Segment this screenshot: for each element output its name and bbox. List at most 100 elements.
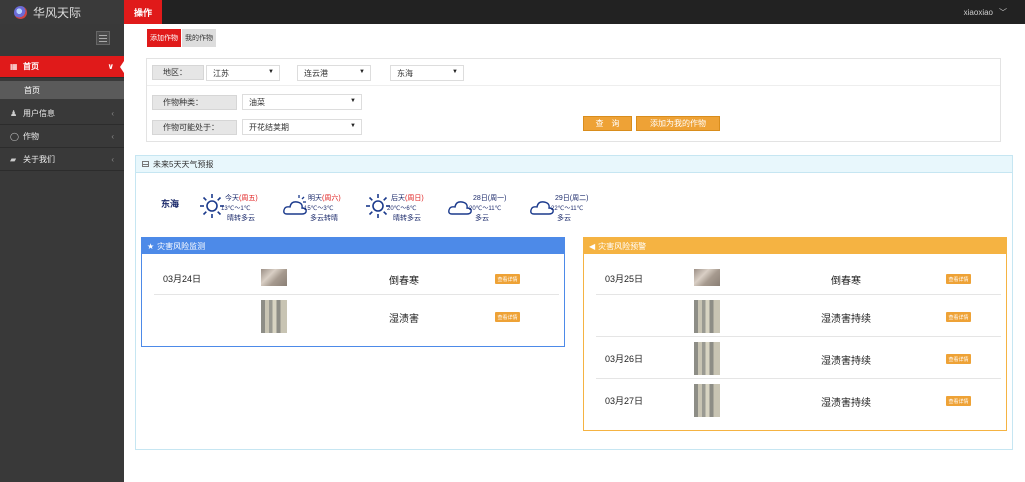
crop-type-label: 作物种类： xyxy=(152,95,237,110)
thumbnail-image[interactable] xyxy=(261,300,287,333)
forecast-day: 今天(周五) 13℃～1℃ 晴转多云 xyxy=(199,191,289,225)
risk-date: 03月27日 xyxy=(605,396,644,406)
chevron-left-icon: ‹ xyxy=(111,109,114,118)
county-value: 东海 xyxy=(397,68,413,78)
sidebar-item-home[interactable]: ▦ 首页 ∨ xyxy=(0,56,124,78)
condition: 晴转多云 xyxy=(227,215,255,222)
condition: 晴转多云 xyxy=(393,215,421,222)
chevron-down-icon: ﹀ xyxy=(999,7,1007,17)
risk-name: 倒春寒 xyxy=(389,276,419,287)
risk-date: 03月26日 xyxy=(605,354,644,364)
province-select[interactable]: 江苏 ▼ xyxy=(206,65,280,81)
risk-name: 湿渍害持续 xyxy=(821,314,871,325)
chevron-left-icon: ‹ xyxy=(111,132,114,141)
forecast-day-label: 明天(周六) xyxy=(308,193,341,203)
weekday: (周六) xyxy=(322,195,341,202)
day-name: 今天 xyxy=(225,195,239,202)
brand[interactable]: 华风天际 xyxy=(0,0,124,24)
risk-warning-header: ◀ 灾害风险预警 xyxy=(584,238,1006,254)
star-icon: ★ xyxy=(147,241,155,251)
risk-name: 湿渍害持续 xyxy=(821,356,871,367)
top-tab-operate[interactable]: 操作 xyxy=(124,0,162,24)
condition: 多云 xyxy=(475,215,489,222)
details-badge[interactable]: 查看详情 xyxy=(495,274,520,284)
stage-value: 开花结荚期 xyxy=(249,122,289,132)
caret-down-icon: ▼ xyxy=(452,69,458,75)
risk-date: 03月24日 xyxy=(163,274,202,284)
details-badge[interactable]: 查看详情 xyxy=(495,312,520,322)
details-badge[interactable]: 查看详情 xyxy=(946,274,971,284)
thumbnail-image[interactable] xyxy=(694,384,720,417)
brand-name: 华风天际 xyxy=(33,5,82,20)
risk-warning-panel: ◀ 灾害风险预警 03月25日 倒春寒 查看详情 湿渍害持续 查看详情 03月2… xyxy=(583,237,1007,431)
grid-icon: ▦ xyxy=(10,62,18,71)
temp-range: 13℃～1℃ xyxy=(221,206,251,212)
weekday: (周一) xyxy=(487,195,507,202)
condition: 多云 xyxy=(557,215,571,222)
city-select[interactable]: 连云港 ▼ xyxy=(297,65,371,81)
bullhorn-icon: ◀ xyxy=(589,241,596,251)
forecast-day: 29日(周二) 22℃～11℃ 多云 xyxy=(529,191,619,225)
risk-date: 03月25日 xyxy=(605,274,644,284)
add-to-my-crops-button[interactable]: 添加为我的作物 xyxy=(636,116,720,131)
folder-icon: ▰ xyxy=(10,155,17,164)
growth-stage-select[interactable]: 开花结荚期 ▼ xyxy=(242,119,362,135)
table-row: 03月26日 湿渍害持续 查看详情 xyxy=(596,338,1001,379)
risk-name: 湿渍害持续 xyxy=(821,398,871,409)
temp-range: 22℃～11℃ xyxy=(551,206,584,212)
sidebar-item-about[interactable]: ▰ 关于我们 ‹ xyxy=(0,149,124,171)
weather-title: 未来5天天气预报 xyxy=(153,159,214,169)
caret-down-icon: ▼ xyxy=(359,69,365,75)
caret-down-icon: ▼ xyxy=(350,98,356,104)
weekday: (周二) xyxy=(569,195,589,202)
crop-type-select[interactable]: 油菜 ▼ xyxy=(242,94,362,110)
table-row: 湿渍害 查看详情 xyxy=(154,296,559,336)
forecast-day-label: 29日(周二) xyxy=(555,193,588,203)
province-value: 江苏 xyxy=(213,68,229,78)
sidebar-item-label: 首页 xyxy=(23,62,39,71)
details-badge[interactable]: 查看详情 xyxy=(946,396,971,406)
chevron-down-icon: ∨ xyxy=(107,62,115,71)
table-row: 03月24日 倒春寒 查看详情 xyxy=(154,262,559,295)
temp-range: 20℃～11℃ xyxy=(469,206,502,212)
region-label: 地区： xyxy=(152,65,204,80)
forecast-day: 后天(周日) 20℃～6℃ 晴转多云 xyxy=(365,191,455,225)
circle-icon: ◯ xyxy=(10,132,19,141)
risk-warning-title: 灾害风险预警 xyxy=(598,241,647,251)
day-name: 29日 xyxy=(555,195,570,202)
thumbnail-image[interactable] xyxy=(694,269,720,286)
username: xiaoxiao xyxy=(963,7,993,17)
thumbnail-image[interactable] xyxy=(694,342,720,375)
day-name: 28日 xyxy=(473,195,488,202)
growth-stage-label: 作物可能处于： xyxy=(152,120,237,135)
condition: 多云转晴 xyxy=(310,215,338,222)
day-name: 后天 xyxy=(391,195,405,202)
tab-my-crops[interactable]: 我的作物 xyxy=(182,29,216,47)
query-button[interactable]: 查 询 xyxy=(583,116,632,131)
list-icon xyxy=(142,161,149,167)
risk-name: 湿渍害 xyxy=(389,314,419,325)
thumbnail-image[interactable] xyxy=(261,269,287,286)
table-row: 湿渍害持续 查看详情 xyxy=(596,296,1001,337)
details-badge[interactable]: 查看详情 xyxy=(946,312,971,322)
forecast-day-label: 后天(周日) xyxy=(391,193,424,203)
top-bar: 华风天际 操作 xiaoxiao ﹀ xyxy=(0,0,1025,24)
thumbnail-image[interactable] xyxy=(694,300,720,333)
chevron-left-icon: ‹ xyxy=(111,155,114,164)
sidebar-toggle-icon[interactable] xyxy=(96,31,110,45)
caret-down-icon: ▼ xyxy=(268,69,274,75)
details-badge[interactable]: 查看详情 xyxy=(946,354,971,364)
sidebar-item-label: 关于我们 xyxy=(23,155,55,164)
tab-add-crop[interactable]: 添加作物 xyxy=(147,29,181,47)
county-select[interactable]: 东海 ▼ xyxy=(390,65,464,81)
risk-monitor-panel: ★ 灾害风险监测 03月24日 倒春寒 查看详情 湿渍害 查看详情 xyxy=(141,237,565,347)
sidebar-item-crops[interactable]: ◯ 作物 ‹ xyxy=(0,126,124,148)
forecast-day-label: 28日(周一) xyxy=(473,193,506,203)
caret-down-icon: ▼ xyxy=(350,123,356,129)
user-menu[interactable]: xiaoxiao ﹀ xyxy=(964,0,1007,24)
sidebar-item-user-info[interactable]: ♟ 用户信息 ‹ xyxy=(0,103,124,125)
weather-panel: 未来5天天气预报 东海 今天(周五) 13℃～1℃ 晴转多云 明天(周六) 15… xyxy=(135,155,1013,450)
active-indicator xyxy=(120,58,126,76)
sidebar-subitem-home[interactable]: 首页 xyxy=(0,81,124,99)
risk-monitor-title: 灾害风险监测 xyxy=(157,241,206,251)
